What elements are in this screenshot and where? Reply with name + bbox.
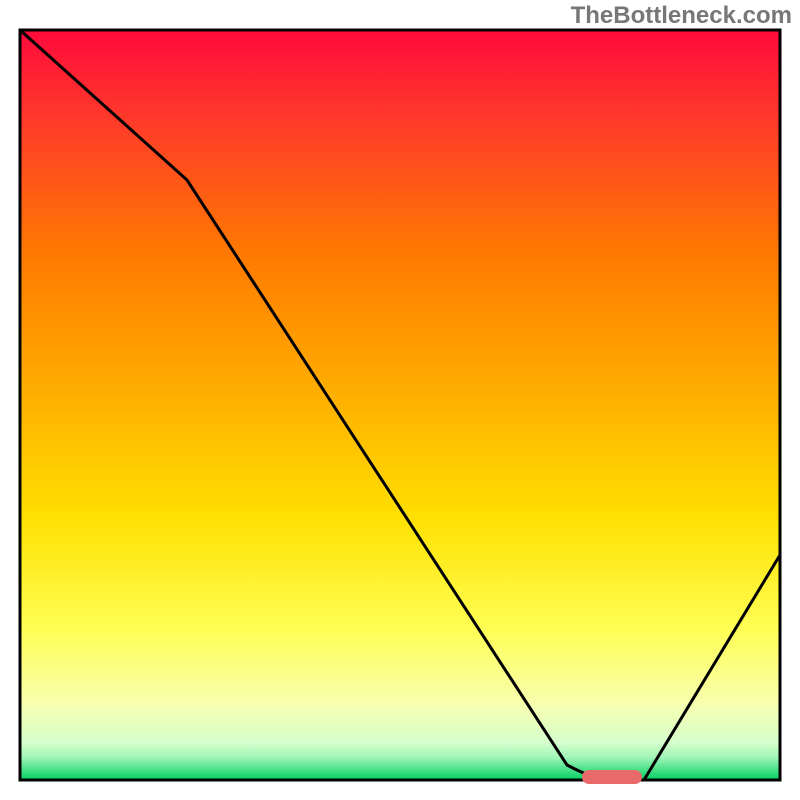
- plot-background: [20, 30, 780, 780]
- bottleneck-chart: TheBottleneck.com: [0, 0, 800, 800]
- watermark-text: TheBottleneck.com: [571, 2, 792, 30]
- chart-svg: [0, 0, 800, 800]
- optimal-zone-marker: [582, 770, 642, 784]
